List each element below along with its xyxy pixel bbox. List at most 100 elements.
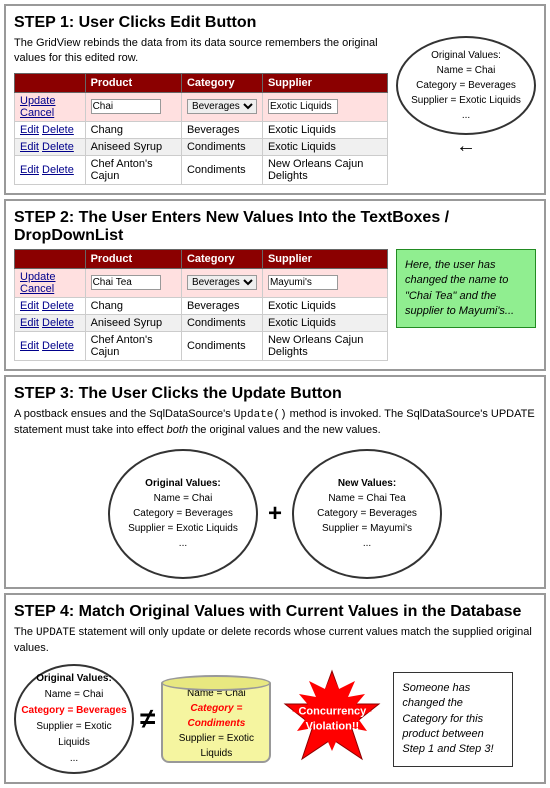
table-row: Edit Delete Chang Beverages Exotic Liqui…	[15, 297, 388, 314]
table-row: Edit Delete Aniseed Syrup Condiments Exo…	[15, 314, 388, 331]
step3-title: STEP 3: The User Clicks the Update Butto…	[14, 385, 536, 403]
plus-icon: +	[268, 500, 282, 528]
product-cell: Chef Anton's Cajun	[85, 155, 181, 184]
category-cell: Beverages	[181, 297, 262, 314]
product-cell: Aniseed Syrup	[85, 314, 181, 331]
step2-grid-container: Product Category Supplier Update Cancel	[14, 249, 388, 361]
col-header-product	[15, 73, 86, 92]
category-select[interactable]: Beverages	[187, 275, 257, 290]
not-equal-icon: ≠	[140, 703, 155, 735]
db-values-text: Name = Chai Category = Condiments Suppli…	[163, 681, 269, 766]
supplier-input-cell	[262, 268, 387, 297]
edit-link[interactable]: Edit	[20, 164, 39, 176]
row-actions: Edit Delete	[15, 121, 86, 138]
supplier-cell: Exotic Liquids	[262, 314, 387, 331]
table-row: Edit Delete Chef Anton's Cajun Condiment…	[15, 331, 388, 360]
step4-diagram: Original Values: Name = Chai Category = …	[14, 664, 536, 774]
edit-actions: Update Cancel	[15, 92, 86, 121]
update-link[interactable]: Update	[20, 95, 55, 107]
delete-link[interactable]: Delete	[42, 124, 74, 136]
step2-table: Product Category Supplier Update Cancel	[14, 249, 388, 361]
cancel-link[interactable]: Cancel	[20, 283, 54, 295]
delete-link[interactable]: Delete	[42, 317, 74, 329]
edit-actions: Update Cancel	[15, 268, 86, 297]
product-cell: Chef Anton's Cajun	[85, 331, 181, 360]
supplier-cell: Exotic Liquids	[262, 138, 387, 155]
original-values-bubble: Original Values: Name = Chai Category = …	[396, 36, 536, 135]
category-select-cell: Beverages	[181, 92, 262, 121]
original-values-text: Original Values: Name = Chai Category = …	[128, 476, 238, 551]
category-cell: Condiments	[181, 155, 262, 184]
col-header-category: Category	[181, 249, 262, 268]
update-link[interactable]: Update	[20, 271, 55, 283]
table-row: Edit Delete Chef Anton's Cajun Condiment…	[15, 155, 388, 184]
supplier-cell: New Orleans Cajun Delights	[262, 331, 387, 360]
col-header-product: Product	[85, 249, 181, 268]
new-values-circle: New Values: Name = Chai Tea Category = B…	[292, 449, 442, 579]
step3-desc: A postback ensues and the SqlDataSource'…	[14, 407, 536, 439]
step4-original-oval: Original Values: Name = Chai Category = …	[14, 664, 134, 774]
step1-grid-container: The GridView rebinds the data from its d…	[14, 36, 388, 185]
table-row: Update Cancel Beverages	[15, 268, 388, 297]
step4-note-box: Someone has changed the Category for thi…	[393, 672, 513, 767]
product-input-cell	[85, 268, 181, 297]
row-actions: Edit Delete	[15, 314, 86, 331]
step1-title: STEP 1: User Clicks Edit Button	[14, 14, 536, 32]
delete-link[interactable]: Delete	[42, 141, 74, 153]
delete-link[interactable]: Delete	[42, 300, 74, 312]
step4-title: STEP 4: Match Original Values with Curre…	[14, 603, 536, 621]
product-input-cell	[85, 92, 181, 121]
step2-note-box: Here, the user has changed the name to "…	[396, 249, 536, 329]
step4-desc: The UPDATE statement will only update or…	[14, 625, 536, 657]
cylinder-body: Name = Chai Category = Condiments Suppli…	[161, 683, 271, 763]
step1-bubble: Original Values: Name = Chai Category = …	[396, 36, 536, 158]
step2-title: STEP 2: The User Enters New Values Into …	[14, 209, 536, 245]
category-cell: Condiments	[181, 314, 262, 331]
step1-desc: The GridView rebinds the data from its d…	[14, 36, 388, 67]
step2-section: STEP 2: The User Enters New Values Into …	[4, 199, 546, 371]
edit-link[interactable]: Edit	[20, 124, 39, 136]
concurrency-violation-text: ConcurrencyViolation!!	[292, 705, 372, 734]
category-cell: Beverages	[181, 121, 262, 138]
table-row: Edit Delete Chang Beverages Exotic Liqui…	[15, 121, 388, 138]
col-header-product-label: Product	[85, 73, 181, 92]
delete-link[interactable]: Delete	[42, 340, 74, 352]
supplier-cell: Exotic Liquids	[262, 297, 387, 314]
row-actions: Edit Delete	[15, 138, 86, 155]
cancel-link[interactable]: Cancel	[20, 107, 54, 119]
step4-section: STEP 4: Match Original Values with Curre…	[4, 593, 546, 785]
col-header-supplier: Supplier	[262, 73, 387, 92]
supplier-cell: Exotic Liquids	[262, 121, 387, 138]
edit-link[interactable]: Edit	[20, 141, 39, 153]
step4-original-text: Original Values: Name = Chai Category = …	[16, 666, 132, 772]
table-row: Edit Delete Aniseed Syrup Condiments Exo…	[15, 138, 388, 155]
row-actions: Edit Delete	[15, 155, 86, 184]
step1-table: Product Category Supplier Update Cancel	[14, 73, 388, 185]
supplier-input[interactable]	[268, 99, 338, 114]
supplier-input[interactable]	[268, 275, 338, 290]
concurrency-violation-badge: ConcurrencyViolation!!	[277, 669, 387, 769]
product-input[interactable]	[91, 275, 161, 290]
col-header-supplier: Supplier	[262, 249, 387, 268]
delete-link[interactable]: Delete	[42, 164, 74, 176]
edit-link[interactable]: Edit	[20, 300, 39, 312]
edit-link[interactable]: Edit	[20, 340, 39, 352]
row-actions: Edit Delete	[15, 331, 86, 360]
original-values-circle: Original Values: Name = Chai Category = …	[108, 449, 258, 579]
step3-section: STEP 3: The User Clicks the Update Butto…	[4, 375, 546, 589]
row-actions: Edit Delete	[15, 297, 86, 314]
database-cylinder: Name = Chai Category = Condiments Suppli…	[161, 675, 271, 763]
product-input[interactable]	[91, 99, 161, 114]
edit-link[interactable]: Edit	[20, 317, 39, 329]
table-row: Update Cancel Beverages	[15, 92, 388, 121]
step1-section: STEP 1: User Clicks Edit Button The Grid…	[4, 4, 546, 195]
category-cell: Condiments	[181, 331, 262, 360]
product-cell: Chang	[85, 297, 181, 314]
category-select[interactable]: Beverages	[187, 99, 257, 114]
step3-diagram: Original Values: Name = Chai Category = …	[14, 449, 536, 579]
col-header-empty	[15, 249, 86, 268]
step2-note: Here, the user has changed the name to "…	[396, 249, 536, 329]
product-cell: Aniseed Syrup	[85, 138, 181, 155]
new-values-text: New Values: Name = Chai Tea Category = B…	[317, 476, 417, 551]
product-cell: Chang	[85, 121, 181, 138]
